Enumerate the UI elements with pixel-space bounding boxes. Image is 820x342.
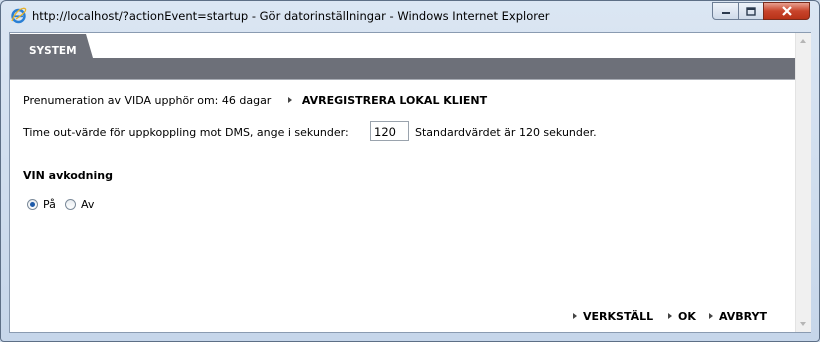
timeout-input[interactable] bbox=[370, 121, 409, 141]
settings-page: SYSTEM Prenumeration av VIDA upphör om: … bbox=[10, 33, 795, 332]
timeout-label: Time out-värde för uppkoppling mot DMS, … bbox=[23, 126, 349, 139]
tab-system[interactable]: SYSTEM bbox=[10, 34, 93, 58]
window-title: http://localhost/?actionEvent=startup - … bbox=[32, 9, 550, 23]
tab-strip: SYSTEM bbox=[10, 33, 795, 80]
close-button[interactable] bbox=[763, 2, 810, 20]
vin-heading: VIN avkodning bbox=[23, 169, 113, 182]
timeout-hint: Standardvärdet är 120 sekunder. bbox=[415, 126, 597, 139]
internet-explorer-icon bbox=[11, 7, 27, 24]
tab-system-label: SYSTEM bbox=[29, 45, 77, 57]
vertical-scrollbar[interactable] bbox=[795, 33, 811, 332]
vin-on-radio[interactable] bbox=[27, 199, 38, 210]
ok-action[interactable]: OK bbox=[668, 310, 696, 323]
browser-window: http://localhost/?actionEvent=startup - … bbox=[0, 0, 820, 342]
vin-off-label[interactable]: Av bbox=[81, 198, 94, 211]
divider bbox=[10, 79, 795, 80]
bullet-arrow-icon bbox=[709, 313, 713, 319]
scroll-up-icon[interactable] bbox=[800, 39, 806, 43]
title-bar[interactable]: http://localhost/?actionEvent=startup - … bbox=[1, 1, 819, 31]
maximize-button[interactable] bbox=[738, 2, 764, 20]
maximize-icon bbox=[746, 6, 756, 16]
ok-button[interactable]: OK bbox=[678, 310, 696, 323]
unregister-local-client-link[interactable]: AVREGISTRERA LOKAL KLIENT bbox=[302, 94, 487, 107]
bullet-arrow-icon bbox=[288, 97, 293, 103]
minimize-icon bbox=[721, 12, 730, 14]
vin-on-label[interactable]: På bbox=[43, 198, 56, 211]
apply-action[interactable]: VERKSTÄLL bbox=[573, 310, 653, 323]
apply-button[interactable]: VERKSTÄLL bbox=[583, 310, 653, 323]
subscription-row: Prenumeration av VIDA upphör om: 46 daga… bbox=[23, 94, 487, 107]
bullet-arrow-icon bbox=[668, 313, 672, 319]
subscription-text: Prenumeration av VIDA upphör om: 46 daga… bbox=[23, 94, 272, 107]
tab-bar bbox=[10, 58, 795, 79]
scroll-down-icon[interactable] bbox=[800, 322, 806, 326]
bullet-arrow-icon bbox=[573, 313, 577, 319]
close-icon bbox=[781, 6, 792, 16]
minimize-button[interactable] bbox=[712, 2, 739, 20]
page-viewport: SYSTEM Prenumeration av VIDA upphör om: … bbox=[9, 32, 811, 333]
vin-off-radio[interactable] bbox=[65, 199, 76, 210]
cancel-action[interactable]: AVBRYT bbox=[709, 310, 767, 323]
cancel-button[interactable]: AVBRYT bbox=[719, 310, 767, 323]
